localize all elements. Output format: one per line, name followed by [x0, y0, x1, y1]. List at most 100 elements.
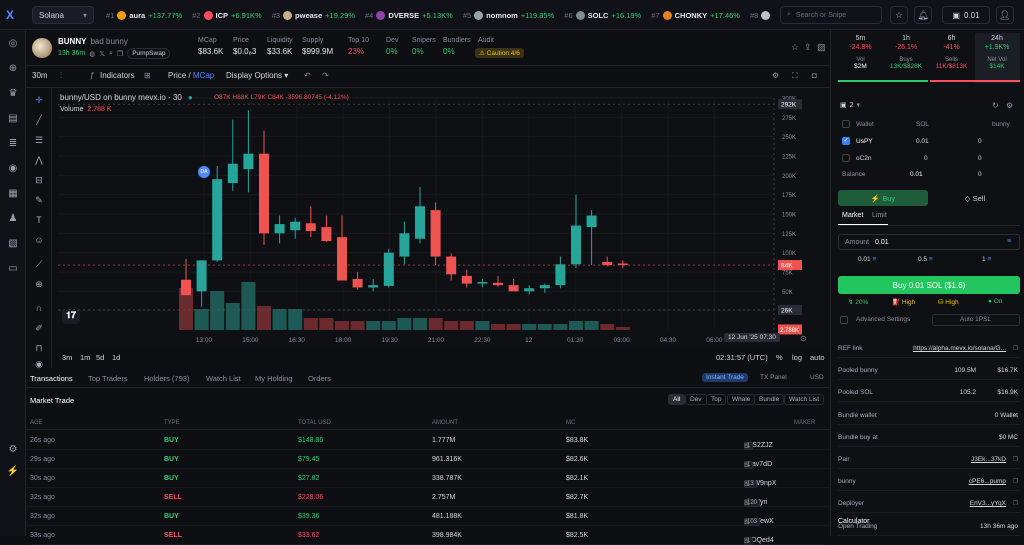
people-icon[interactable]: ♟ [6, 211, 20, 225]
candle-body[interactable] [243, 153, 254, 170]
ticker-item[interactable]: #4 DVERSE +5.13K% [365, 10, 453, 20]
external-link-icon[interactable]: ⇱ [744, 442, 750, 450]
grid-icon[interactable]: ▦ [6, 186, 20, 200]
buy-tab[interactable]: ⚡ Buy [838, 190, 928, 206]
search-input[interactable]: ⌕ Search or Snipe [780, 6, 882, 24]
col-total[interactable]: TOTAL USD [298, 420, 331, 426]
eye-icon[interactable]: ◉ [6, 161, 20, 175]
eye-icon[interactable]: ◉ [33, 358, 45, 370]
candle-body[interactable] [415, 206, 425, 239]
candle-body[interactable] [305, 223, 316, 232]
ticker-item[interactable]: #1 aura +137.77% [106, 10, 182, 20]
preset-3[interactable]: 1 ≡ [982, 256, 991, 263]
tradingview-logo[interactable]: 𝟏𝟕 [62, 310, 80, 324]
external-link-icon[interactable]: ⇱ [744, 461, 750, 469]
settings-icon[interactable]: ⚙ [6, 442, 20, 456]
wallet-button[interactable]: ▣ 0.01 [942, 6, 990, 24]
user-icon[interactable]: 👤︎ [996, 6, 1014, 24]
copy-icon[interactable]: ❐ [1013, 500, 1018, 507]
bell-icon[interactable]: 🔔︎ [914, 6, 932, 24]
hlines-icon[interactable]: ☰ [33, 134, 45, 146]
ruler-icon[interactable]: ⟋ [33, 258, 45, 270]
copy-icon[interactable]: ❐ [1013, 456, 1018, 463]
list-icon[interactable]: ≣ [6, 136, 20, 150]
mev-toggle[interactable]: ● On [988, 298, 1002, 305]
tx-panel-button[interactable]: TX Panel [760, 374, 787, 381]
settings-icon[interactable]: ⚙ [1006, 101, 1013, 110]
ticker-item[interactable]: #5 nomnom +119.85% [463, 10, 554, 20]
ticker-item[interactable]: #3 pwease +19.29% [272, 10, 355, 20]
candle-body[interactable] [259, 153, 269, 234]
info-value[interactable]: EnV3...yYqX [970, 500, 1006, 507]
range-1d[interactable]: 1d [112, 353, 120, 362]
candle-body[interactable] [430, 210, 441, 257]
candle-body[interactable] [539, 285, 550, 289]
external-link-icon[interactable]: ⇱ [744, 518, 750, 526]
range-1m[interactable]: 1m [80, 353, 90, 362]
info-value[interactable]: cPE6...pump [969, 478, 1006, 485]
filter-whale[interactable]: Whale [727, 394, 756, 405]
candle-body[interactable] [461, 275, 472, 284]
brush-icon[interactable]: ✎ [33, 194, 45, 206]
candle-body[interactable] [555, 264, 566, 286]
star-icon[interactable]: ☆ [890, 6, 908, 24]
timeframe-6h[interactable]: 6h -41% Sells 11K/$813K [929, 33, 974, 83]
lock-icon[interactable]: ⊓ [33, 342, 45, 354]
advanced-checkbox[interactable] [840, 316, 848, 324]
candle-body[interactable] [321, 227, 332, 242]
tab-transactions[interactable]: Transactions [30, 374, 73, 383]
candle-body[interactable] [212, 179, 223, 261]
external-link-icon[interactable]: ⇱ [744, 537, 750, 545]
zoom-in-icon[interactable]: ⊕ [33, 278, 45, 290]
candle-body[interactable] [383, 252, 394, 286]
timeframe-5m[interactable]: 5m -24.8% Vol $2M [838, 33, 883, 83]
indicators-button[interactable]: Indicators [100, 71, 135, 80]
pencil-lock-icon[interactable]: ✐ [33, 322, 45, 334]
chart-canvas[interactable]: 300K275K250K225K200K175K150K125K100K75K5… [54, 88, 830, 350]
price-chart[interactable]: 300K275K250K225K200K175K150K125K100K75K5… [54, 88, 830, 368]
redo-icon[interactable]: ↷ [322, 71, 329, 80]
sell-tab[interactable]: ◇ Sell [930, 190, 1020, 206]
instant-trade-button[interactable]: Instant Trade [702, 373, 748, 382]
candle-body[interactable] [508, 285, 519, 292]
tab-holders[interactable]: Holders (793) [144, 374, 189, 383]
gift-icon[interactable]: ▧ [6, 236, 20, 250]
wallet-header[interactable]: ▣ 2 ▾ [840, 101, 860, 110]
price-toggle[interactable]: Price / MCap [168, 71, 214, 80]
priority-fee[interactable]: ⛽ High [892, 298, 915, 306]
magnet-icon[interactable]: ∩ [33, 302, 45, 314]
tab-limit[interactable]: Limit [872, 212, 887, 219]
dev-marker[interactable]: DA [198, 166, 210, 178]
candle-type-icon[interactable]: ⫶ [60, 71, 62, 81]
filter-watch-list[interactable]: Watch List [784, 394, 825, 405]
emoji-icon[interactable]: ☺ [33, 234, 45, 246]
tab-watch-list[interactable]: Watch List [206, 374, 241, 383]
x-icon[interactable]: 𝕏 [99, 50, 105, 58]
filter-all[interactable]: All [668, 394, 686, 405]
select-all-checkbox[interactable] [842, 120, 850, 128]
document-icon[interactable]: ▭ [6, 261, 20, 275]
col-amount[interactable]: AMOUNT [432, 420, 458, 426]
filter-dev[interactable]: Dev [685, 394, 707, 405]
ticker-item[interactable]: #8retire+18.1K [750, 10, 770, 20]
external-link-icon[interactable]: ⇱ [744, 499, 750, 507]
star-icon[interactable]: ☆ [791, 42, 799, 53]
advanced-settings[interactable]: Advanced Settings [856, 316, 910, 323]
candle-body[interactable] [586, 215, 597, 228]
candle-body[interactable] [602, 261, 613, 266]
refresh-icon[interactable]: ↻ [992, 101, 999, 110]
wallet-2-checkbox[interactable] [842, 154, 850, 162]
slippage-value[interactable]: ↯ 20% [848, 298, 868, 306]
ticker-item[interactable]: #7 CHONKY +17.46% [651, 10, 740, 20]
copy-icon[interactable]: ❐ [1013, 345, 1018, 352]
trophy-icon[interactable]: ♛ [6, 86, 20, 100]
text-icon[interactable]: T [33, 214, 45, 226]
share-icon[interactable]: ⇪ [804, 42, 812, 53]
table-row[interactable]: 29s agoBUY$79.45961.316K$82.6K◆Lav7dD1⊿⇱ [26, 451, 830, 469]
bribe-fee[interactable]: ⛁ High [938, 298, 959, 306]
ticker-item[interactable]: #2 ICP +6.91K% [192, 10, 262, 20]
display-options-button[interactable]: Display Options ▾ [226, 71, 288, 80]
candle-body[interactable] [181, 279, 191, 296]
candle-body[interactable] [399, 233, 410, 257]
settings-icon[interactable]: ⚙ [772, 71, 779, 80]
